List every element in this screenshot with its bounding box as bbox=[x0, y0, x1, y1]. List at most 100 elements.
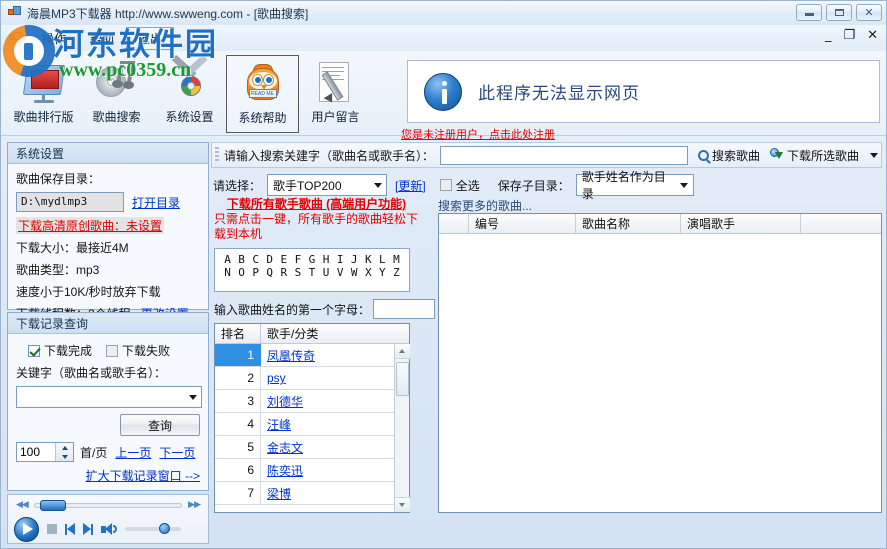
alphabet-letter-F[interactable]: F bbox=[291, 253, 304, 266]
rewind-icon[interactable]: ◀◀ bbox=[16, 500, 29, 510]
prev-page-link[interactable]: 上一页 bbox=[115, 444, 151, 461]
ranking-row-artist-link[interactable]: 梁博 bbox=[261, 482, 394, 504]
mdi-minimize-icon[interactable]: _ bbox=[825, 29, 832, 42]
scroll-thumb[interactable] bbox=[395, 362, 409, 396]
stepper-up-icon[interactable] bbox=[56, 443, 73, 452]
save-dir-input[interactable]: D:\mydlmp3 bbox=[16, 192, 124, 212]
results-col-check[interactable] bbox=[439, 214, 469, 233]
stop-icon[interactable] bbox=[47, 524, 57, 534]
alphabet-letter-J[interactable]: J bbox=[348, 253, 361, 266]
menu-item-operations[interactable]: 操作 bbox=[30, 27, 78, 50]
ranking-row[interactable]: 5 金志文 bbox=[215, 436, 394, 459]
hq-download-link[interactable]: 下载高清原创歌曲：未设置 bbox=[16, 217, 165, 234]
play-icon[interactable] bbox=[14, 516, 39, 542]
alphabet-letter-A[interactable]: A bbox=[221, 253, 234, 266]
chevron-down-icon[interactable] bbox=[184, 387, 201, 407]
alphabet-letter-Z[interactable]: Z bbox=[390, 266, 403, 279]
alphabet-letter-T[interactable]: T bbox=[305, 266, 318, 279]
alphabet-letter-I[interactable]: I bbox=[334, 253, 347, 266]
promo-headline[interactable]: 下载所有歌手歌曲 (高端用户功能) bbox=[214, 197, 419, 212]
alphabet-letter-Y[interactable]: Y bbox=[376, 266, 389, 279]
stepper-down-icon[interactable] bbox=[56, 452, 73, 461]
results-col-extra[interactable] bbox=[801, 214, 881, 233]
menu-item-exit[interactable]: 退出 bbox=[126, 26, 175, 50]
open-directory-link[interactable]: 打开目录 bbox=[132, 194, 180, 211]
scroll-down-icon[interactable] bbox=[394, 497, 410, 512]
menu-item-help[interactable]: 帮助 bbox=[78, 27, 126, 50]
history-keyword-combo[interactable] bbox=[16, 386, 202, 408]
alphabet-letter-V[interactable]: V bbox=[334, 266, 347, 279]
alphabet-letter-O[interactable]: O bbox=[235, 266, 248, 279]
alphabet-letter-Q[interactable]: Q bbox=[263, 266, 276, 279]
ranking-row-artist-link[interactable]: psy bbox=[261, 367, 394, 389]
download-complete-checkbox[interactable] bbox=[28, 344, 40, 357]
ranking-row-artist-link[interactable]: 刘德华 bbox=[261, 390, 394, 412]
ranking-col-rank[interactable]: 排名 bbox=[215, 324, 261, 343]
volume-thumb[interactable] bbox=[159, 523, 170, 534]
per-page-input[interactable] bbox=[17, 443, 55, 461]
minimize-button[interactable] bbox=[796, 4, 822, 21]
alphabet-letter-P[interactable]: P bbox=[249, 266, 262, 279]
fast-forward-icon[interactable]: ▶▶ bbox=[188, 500, 201, 510]
previous-track-icon[interactable] bbox=[65, 523, 75, 535]
alphabet-letter-L[interactable]: L bbox=[376, 253, 389, 266]
source-chevron-down-icon[interactable] bbox=[369, 175, 386, 195]
alphabet-letter-E[interactable]: E bbox=[277, 253, 290, 266]
alphabet-letter-D[interactable]: D bbox=[263, 253, 276, 266]
alphabet-letter-B[interactable]: B bbox=[235, 253, 248, 266]
history-query-button[interactable]: 查询 bbox=[120, 414, 200, 436]
alphabet-letter-G[interactable]: G bbox=[305, 253, 318, 266]
alphabet-letter-R[interactable]: R bbox=[277, 266, 290, 279]
alphabet-letter-M[interactable]: M bbox=[390, 253, 403, 266]
source-combo[interactable]: 歌手TOP200 bbox=[267, 174, 388, 196]
alphabet-letter-N[interactable]: N bbox=[221, 266, 234, 279]
subdir-chevron-down-icon[interactable] bbox=[676, 175, 693, 195]
refresh-link[interactable]: [更新] bbox=[395, 177, 426, 194]
alphabet-letter-C[interactable]: C bbox=[249, 253, 262, 266]
next-page-link[interactable]: 下一页 bbox=[159, 444, 195, 461]
next-track-icon[interactable] bbox=[83, 523, 93, 535]
search-songs-button[interactable]: 搜索歌曲 bbox=[697, 147, 760, 164]
toolbar-button-help[interactable]: READ ME 系统帮助 bbox=[226, 55, 299, 133]
ranking-row[interactable]: 3 刘德华 bbox=[215, 390, 394, 413]
toolbar-grip[interactable] bbox=[215, 147, 219, 163]
ranking-col-name[interactable]: 歌手/分类 bbox=[261, 324, 409, 343]
toolbar-overflow-chevron-down-icon[interactable] bbox=[867, 152, 881, 158]
ranking-row[interactable]: 1 凤凰传奇 bbox=[215, 344, 394, 367]
alphabet-letter-W[interactable]: W bbox=[348, 266, 361, 279]
toolbar-button-search[interactable]: 歌曲搜索 bbox=[80, 55, 153, 133]
close-button[interactable]: ✕ bbox=[856, 4, 882, 21]
toolbar-button-feedback[interactable]: 用户留言 bbox=[299, 55, 372, 133]
promo-block[interactable]: 下载所有歌手歌曲 (高端用户功能) 只需点击一键，所有歌手的歌曲轻松下载到本机 bbox=[214, 197, 419, 242]
volume-slider[interactable] bbox=[125, 523, 181, 534]
download-selected-button[interactable]: 下载所选歌曲 bbox=[770, 147, 859, 164]
ranking-row[interactable]: 6 陈奕迅 bbox=[215, 459, 394, 482]
per-page-stepper[interactable] bbox=[16, 442, 74, 462]
results-col-song[interactable]: 歌曲名称 bbox=[576, 214, 681, 233]
subdir-combo[interactable]: 歌手姓名作为目录 bbox=[575, 170, 694, 201]
ranking-row[interactable]: 7 梁博 bbox=[215, 482, 394, 505]
ranking-row[interactable]: 4 汪峰 bbox=[215, 413, 394, 436]
alphabet-letter-H[interactable]: H bbox=[320, 253, 333, 266]
alphabet-letter-S[interactable]: S bbox=[291, 266, 304, 279]
ranking-row-artist-link[interactable]: 金志文 bbox=[261, 436, 394, 458]
mdi-restore-icon[interactable]: ❐ bbox=[843, 29, 855, 42]
ranking-row-artist-link[interactable]: 汪峰 bbox=[261, 413, 394, 435]
results-col-artist[interactable]: 演唱歌手 bbox=[681, 214, 801, 233]
toolbar-button-settings[interactable]: 系统设置 bbox=[153, 54, 226, 133]
register-link[interactable]: 您是未注册用户，点击此处注册 bbox=[401, 126, 555, 142]
select-all-checkbox[interactable] bbox=[439, 179, 452, 191]
results-col-id[interactable]: 编号 bbox=[469, 214, 576, 233]
ranking-row[interactable]: 2 psy bbox=[215, 367, 394, 390]
alphabet-letter-X[interactable]: X bbox=[362, 266, 375, 279]
alphabet-letter-K[interactable]: K bbox=[362, 253, 375, 266]
maximize-button[interactable] bbox=[826, 4, 852, 21]
toolbar-button-ranking[interactable]: 歌曲排行版 bbox=[7, 55, 80, 133]
mdi-close-icon[interactable]: ✕ bbox=[867, 29, 878, 42]
alphabet-letter-U[interactable]: U bbox=[320, 266, 333, 279]
seek-thumb[interactable] bbox=[39, 499, 66, 511]
expand-history-link[interactable]: 扩大下载记录窗口 --> bbox=[86, 467, 200, 484]
seek-slider[interactable] bbox=[33, 499, 183, 511]
ranking-scrollbar[interactable] bbox=[394, 344, 410, 512]
speaker-icon[interactable] bbox=[101, 522, 117, 536]
